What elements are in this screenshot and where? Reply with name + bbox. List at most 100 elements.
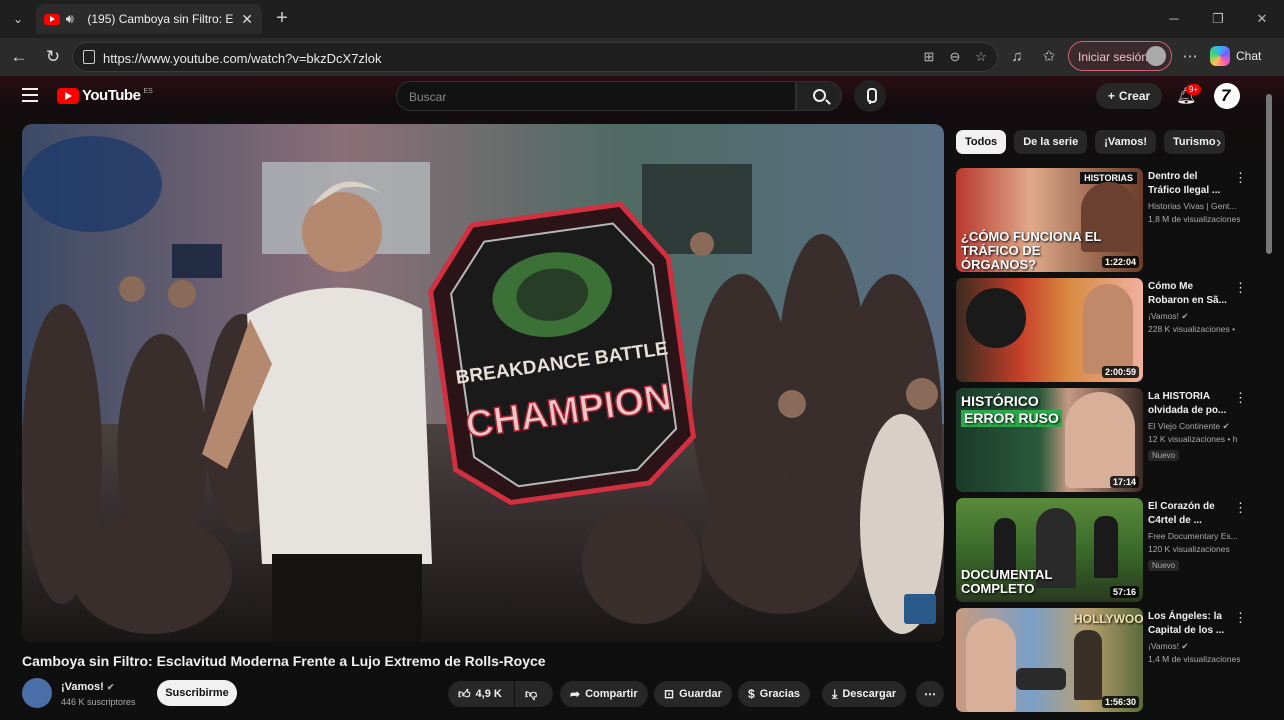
duration-badge: 57:16 — [1109, 586, 1139, 598]
video-thumbnail[interactable]: HISTÓRICO ERROR RUSO 17:14 — [956, 388, 1143, 492]
rec-title[interactable]: Los Ángeles: la Capital de los ... — [1148, 610, 1230, 638]
favorite-star-icon[interactable]: ☆ — [973, 49, 989, 65]
recommendation-item[interactable]: 2:00:59 Cómo Me Robaron en Sã... ¡Vamos!… — [956, 278, 1256, 382]
more-actions-button[interactable]: ⋯ — [916, 681, 944, 707]
download-button[interactable]: ⤓ Descargar — [822, 681, 907, 707]
rec-channel[interactable]: Free Documentary Es... — [1148, 531, 1240, 541]
zoom-icon[interactable]: ⊖ — [947, 49, 963, 65]
back-button[interactable]: ← — [8, 46, 30, 68]
thumbs-down-icon: 👎︎ — [525, 686, 538, 701]
share-button[interactable]: ➦ Compartir — [560, 681, 648, 707]
url-text[interactable]: https://www.youtube.com/watch?v=bkzDcX7z… — [103, 51, 382, 66]
create-button[interactable]: + Crear — [1096, 83, 1162, 109]
speaker-icon[interactable]: 🔊︎ — [66, 12, 82, 26]
thanks-button[interactable]: $ Gracias — [738, 681, 811, 707]
browser-tab-bar: ⌄ 🔊︎ (195) Camboya sin Filtro: Escla ✕ +… — [0, 0, 1284, 38]
share-arrow-icon: ➦ — [570, 687, 581, 701]
minimize-icon[interactable]: ─ — [1152, 0, 1196, 38]
channel-avatar[interactable] — [22, 678, 52, 708]
new-tab-button[interactable]: + — [272, 8, 292, 28]
bookmark-icon: ⊡ — [664, 687, 675, 701]
rec-views: 228 K visualizaciones • — [1148, 324, 1236, 334]
tab-title: (195) Camboya sin Filtro: Escla — [87, 12, 234, 26]
subscribe-button[interactable]: Suscribirme — [157, 680, 237, 706]
app-available-icon[interactable]: ⊞ — [921, 49, 937, 65]
chat-label: Chat — [1236, 49, 1262, 63]
restore-icon[interactable]: ❐ — [1196, 0, 1240, 38]
like-button[interactable]: 👍︎ 4,9 K — [448, 681, 514, 707]
kebab-menu-icon[interactable]: ⋮ — [1234, 500, 1247, 516]
kebab-menu-icon[interactable]: ⋮ — [1234, 170, 1247, 186]
channel-name[interactable]: ¡Vamos! ✔ — [61, 681, 114, 693]
video-thumbnail[interactable]: HOLLYWOOD 1:56:30 — [956, 608, 1143, 712]
thumbs-up-icon: 👍︎ — [458, 686, 471, 701]
save-button[interactable]: ⊡ Guardar — [654, 681, 732, 707]
voice-search-mic-icon[interactable] — [854, 80, 886, 112]
video-frame: BREAKDANCE BATTLE CHAMPION — [22, 124, 944, 642]
dislike-button[interactable]: 👎︎ — [515, 681, 553, 707]
rec-title[interactable]: El Corazón de C4rtel de ... — [1148, 500, 1230, 528]
rec-views: 1,8 M de visualizaciones — [1148, 214, 1240, 224]
kebab-menu-icon[interactable]: ⋮ — [1234, 280, 1247, 296]
thumb-top-text: HISTÓRICO — [961, 393, 1039, 409]
duration-badge: 1:22:04 — [1101, 256, 1139, 268]
kebab-menu-icon[interactable]: ⋮ — [1234, 610, 1247, 626]
filter-chips: Todos De la serie ¡Vamos! Turismo — [956, 130, 1225, 154]
address-bar[interactable]: https://www.youtube.com/watch?v=bkzDcX7z… — [72, 42, 998, 72]
thumb-text: ERROR RUSO — [961, 410, 1062, 427]
thumb-figure — [966, 288, 1026, 348]
tab-list-chevron-icon[interactable]: ⌄ — [8, 9, 28, 29]
favorites-icon[interactable]: ✩ — [1038, 46, 1060, 68]
notification-badge: 9+ — [1186, 84, 1202, 95]
rec-channel[interactable]: El Viejo Continente ✔ — [1148, 421, 1240, 432]
rec-title[interactable]: La HISTORIA olvidada de po... — [1148, 390, 1230, 418]
rec-title[interactable]: Dentro del Tráfico Ilegal ... — [1148, 170, 1230, 198]
signin-button[interactable]: Iniciar sesión — [1068, 41, 1172, 71]
media-control-icon[interactable]: ♫ — [1006, 46, 1028, 68]
chevron-right-icon[interactable]: › — [1216, 134, 1221, 152]
search-button[interactable] — [796, 81, 842, 111]
close-tab-icon[interactable]: ✕ — [240, 11, 254, 28]
reload-button[interactable]: ↻ — [42, 46, 64, 68]
video-thumbnail[interactable]: HISTORIAS ¿CÓMO FUNCIONA EL TRÁFICO DE Ó… — [956, 168, 1143, 272]
duration-badge: 17:14 — [1109, 476, 1139, 488]
logo-region: ES — [143, 88, 153, 95]
user-avatar[interactable] — [1214, 83, 1240, 109]
kebab-menu-icon[interactable]: ⋮ — [1234, 390, 1247, 406]
chip-series[interactable]: De la serie — [1014, 130, 1088, 154]
youtube-favicon-icon — [44, 13, 60, 25]
thumb-face — [966, 618, 1016, 712]
youtube-logo[interactable]: YouTube ES — [57, 87, 153, 104]
create-label: Crear — [1118, 89, 1151, 103]
new-badge: Nuevo — [1148, 450, 1180, 461]
recommendation-item[interactable]: HOLLYWOOD 1:56:30 Los Ángeles: la Capita… — [956, 608, 1256, 712]
rec-views: 12 K visualizaciones • h — [1148, 434, 1238, 444]
thumb-face — [1065, 392, 1135, 488]
menu-hamburger-icon[interactable] — [22, 88, 38, 102]
site-info-icon[interactable] — [83, 50, 95, 64]
recommendation-item[interactable]: DOCUMENTAL COMPLETO 57:16 El Corazón de … — [956, 498, 1256, 602]
youtube-page: YouTube ES Buscar + Crear 🔔︎ 9+ 7 BREAKD… — [0, 76, 1284, 720]
search-input[interactable]: Buscar — [396, 81, 796, 111]
close-window-icon[interactable]: ✕ — [1240, 0, 1284, 38]
rec-title[interactable]: Cómo Me Robaron en Sã... — [1148, 280, 1230, 308]
thanks-dollar-icon: $ — [748, 687, 755, 701]
share-label: Compartir — [585, 688, 638, 700]
recommendation-item[interactable]: HISTÓRICO ERROR RUSO 17:14 La HISTORIA o… — [956, 388, 1256, 492]
search-icon — [813, 89, 826, 102]
more-options-icon[interactable]: ⋯ — [1179, 46, 1201, 68]
copilot-chat-button[interactable]: Chat — [1210, 42, 1280, 70]
chip-vamos[interactable]: ¡Vamos! — [1095, 130, 1157, 154]
scrollbar-thumb[interactable] — [1266, 94, 1272, 254]
chip-all[interactable]: Todos — [956, 130, 1007, 154]
video-player[interactable]: BREAKDANCE BATTLE CHAMPION — [22, 124, 944, 642]
video-thumbnail[interactable]: DOCUMENTAL COMPLETO 57:16 — [956, 498, 1143, 602]
rec-channel[interactable]: Historias Vivas | Gent... — [1148, 201, 1240, 211]
signin-label: Iniciar sesión — [1078, 50, 1149, 64]
rec-channel[interactable]: ¡Vamos! ✔ — [1148, 311, 1240, 322]
video-thumbnail[interactable]: 2:00:59 — [956, 278, 1143, 382]
recommendation-item[interactable]: HISTORIAS ¿CÓMO FUNCIONA EL TRÁFICO DE Ó… — [956, 168, 1256, 272]
profile-avatar-icon — [1146, 46, 1166, 66]
browser-tab[interactable]: 🔊︎ (195) Camboya sin Filtro: Escla ✕ — [36, 4, 262, 34]
rec-channel[interactable]: ¡Vamos! ✔ — [1148, 641, 1240, 652]
